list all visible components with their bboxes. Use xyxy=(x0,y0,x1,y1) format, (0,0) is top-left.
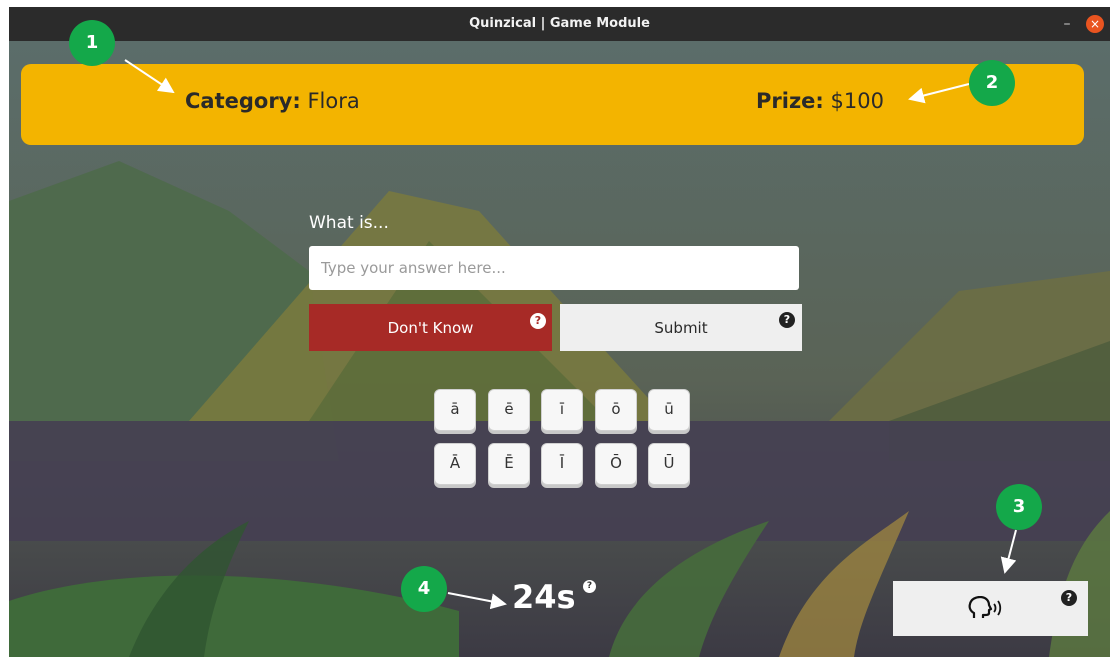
title-bar: Quinzical | Game Module – × xyxy=(9,7,1110,41)
macron-key-I-upper[interactable]: Ī xyxy=(541,443,583,485)
macron-key-E-upper[interactable]: Ē xyxy=(488,443,530,485)
prize-label: Prize: xyxy=(756,89,824,113)
macron-key-u[interactable]: ū xyxy=(648,389,690,431)
speak-question-button[interactable] xyxy=(893,581,1088,636)
close-button[interactable]: × xyxy=(1086,15,1104,33)
timer-help-icon[interactable]: ? xyxy=(583,580,596,593)
prize-value: $100 xyxy=(830,89,884,113)
countdown-timer: 24s xyxy=(512,578,576,616)
speak-help-icon[interactable]: ? xyxy=(1061,590,1077,606)
submit-button[interactable]: Submit xyxy=(560,304,802,351)
window-title: Quinzical | Game Module xyxy=(469,16,650,31)
category-display: Category: Flora xyxy=(185,89,360,113)
dont-know-help-icon[interactable]: ? xyxy=(530,313,546,329)
speaking-head-icon xyxy=(968,596,1002,618)
category-value: Flora xyxy=(307,89,360,113)
macron-key-A-upper[interactable]: Ā xyxy=(434,443,476,485)
category-label: Category: xyxy=(185,89,301,113)
callout-marker-4: 4 xyxy=(401,566,447,612)
submit-help-icon[interactable]: ? xyxy=(779,312,795,328)
macron-key-U-upper[interactable]: Ū xyxy=(648,443,690,485)
macron-key-i[interactable]: ī xyxy=(541,389,583,431)
callout-marker-1: 1 xyxy=(69,20,115,66)
prize-display: Prize: $100 xyxy=(756,89,884,113)
info-banner: Category: Flora Prize: $100 xyxy=(21,64,1084,145)
answer-input[interactable] xyxy=(309,246,799,290)
macron-key-e[interactable]: ē xyxy=(488,389,530,431)
callout-marker-2: 2 xyxy=(969,60,1015,106)
callout-marker-3: 3 xyxy=(996,484,1042,530)
dont-know-button[interactable]: Don't Know xyxy=(309,304,552,351)
macron-key-a[interactable]: ā xyxy=(434,389,476,431)
macron-key-O-upper[interactable]: Ō xyxy=(595,443,637,485)
macron-key-o[interactable]: ō xyxy=(595,389,637,431)
question-prompt: What is... xyxy=(309,213,389,233)
minimize-button[interactable]: – xyxy=(1058,15,1076,33)
